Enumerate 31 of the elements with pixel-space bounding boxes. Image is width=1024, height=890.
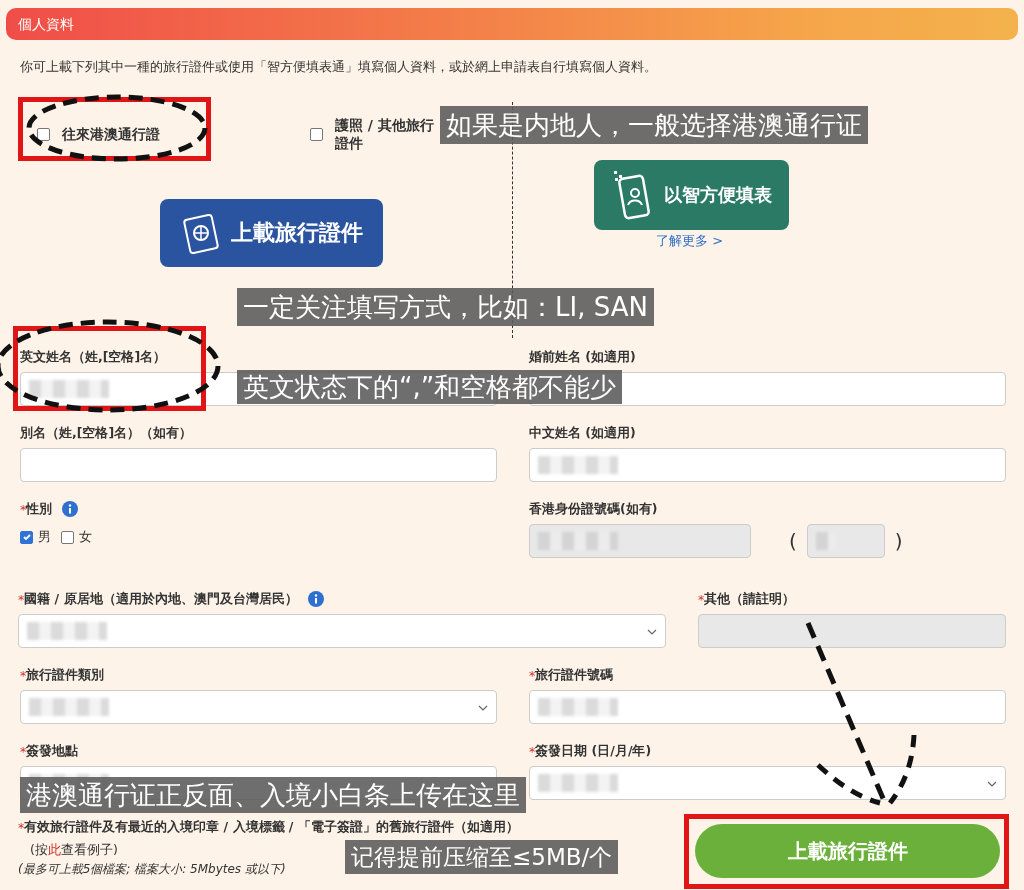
upload-note: (最多可上載5個檔案; 檔案大小: 5Mbytes 或以下) — [18, 861, 287, 878]
field-label: 別名（姓,[空格]名）（如有） — [20, 424, 193, 442]
field-label: 旅行證件類別 — [26, 666, 105, 684]
required-asterisk: * — [529, 743, 536, 759]
field-label: 有效旅行證件及有最近的入境印章 / 入境標籤 / 「電子簽證」的舊旅行證件（如適用） — [24, 818, 519, 836]
field-label: 其他（請註明） — [704, 590, 796, 608]
caption-overlay: 英文状态下的“,”和空格都不能少 — [237, 370, 623, 404]
field-label: 簽發日期 (日/月/年) — [535, 742, 652, 760]
field-label: 性別 — [26, 500, 53, 518]
parenthesis: ( — [789, 529, 797, 553]
caption-overlay: 港澳通行证正反面、入境小白条上传在这里 — [20, 777, 526, 813]
parenthesis: ) — [894, 529, 903, 553]
field-label: 旅行證件號碼 — [535, 666, 614, 684]
required-asterisk: * — [18, 819, 25, 835]
caption-overlay: 一定关注填写方式，比如：LI, SAN — [237, 288, 654, 326]
caption-overlay: 记得提前压缩至≤5MB/个 — [345, 840, 619, 874]
section-header: 個人資料 — [6, 8, 1018, 40]
required-asterisk: * — [529, 667, 536, 683]
required-asterisk: * — [18, 591, 25, 607]
caption-overlay: 如果是内地人，一般选择港澳通行证 — [440, 106, 868, 144]
field-label: 香港身份證號碼(如有) — [529, 500, 658, 518]
required-asterisk: * — [20, 743, 27, 759]
required-asterisk: * — [20, 667, 27, 683]
field-label: 簽發地點 — [26, 742, 79, 760]
required-asterisk: * — [698, 591, 705, 607]
intro-text: 你可上載下列其中一種的旅行證件或使用「智方便填表通」填寫個人資料，或於網上申請表自行填寫個人資料。 — [20, 59, 658, 76]
field-label: 中文姓名 (如適用) — [529, 424, 636, 442]
field-label: 國籍 / 原居地（適用於內地、澳門及台灣居民） — [24, 590, 298, 608]
field-label: 英文姓名（姓,[空格]名） — [20, 348, 167, 366]
required-asterisk: * — [20, 501, 27, 517]
field-label: 婚前姓名 (如適用) — [529, 348, 636, 366]
